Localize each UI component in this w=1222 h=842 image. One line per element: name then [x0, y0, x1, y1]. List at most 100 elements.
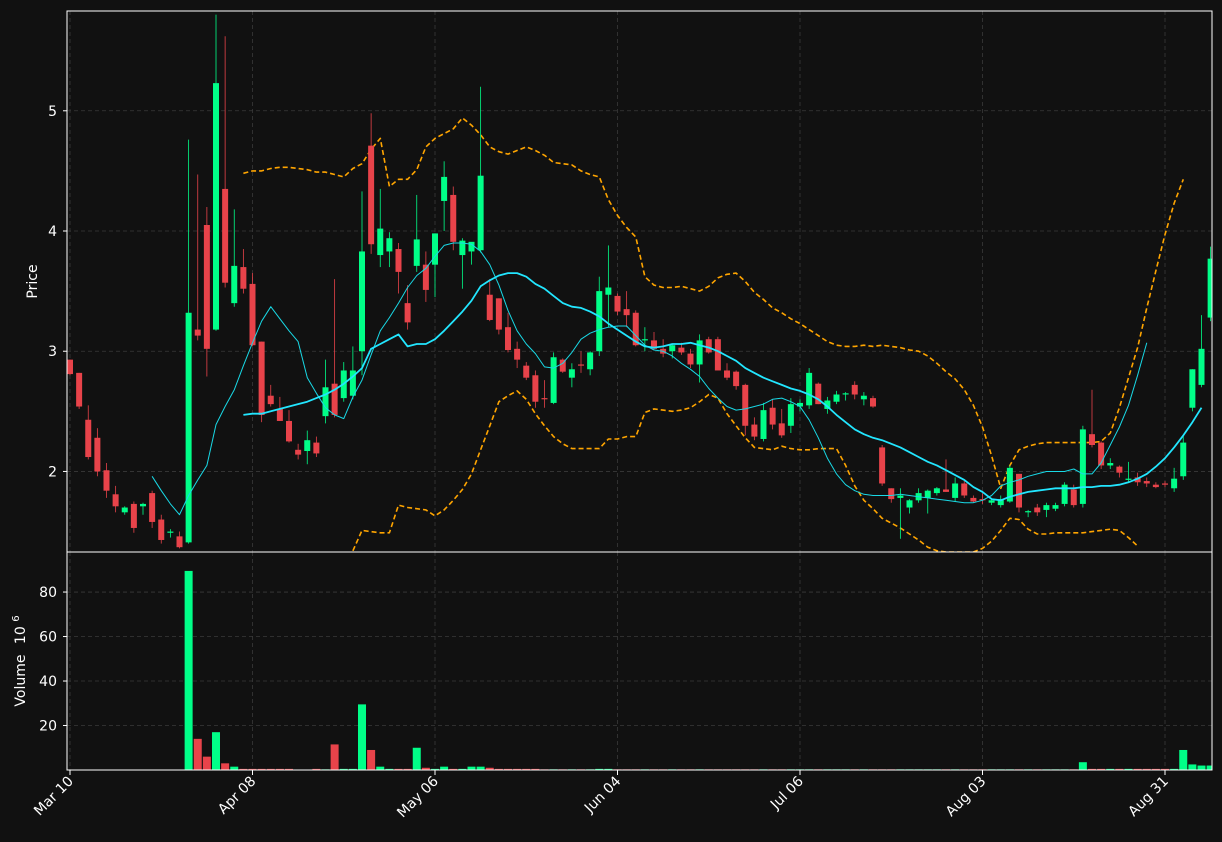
candle-body — [1079, 429, 1086, 504]
candle — [450, 186, 457, 251]
candle-body — [523, 365, 530, 378]
candle-body — [258, 341, 265, 415]
volume-bar — [1078, 762, 1087, 770]
candle-body — [514, 348, 521, 360]
candle-body — [1152, 484, 1159, 488]
candle-body — [568, 369, 575, 378]
volume-bar — [193, 738, 202, 770]
candle-body — [477, 175, 484, 251]
volume-bar — [1197, 765, 1206, 770]
candle-body — [888, 488, 895, 500]
candle — [550, 352, 557, 405]
volume-bar — [1179, 749, 1188, 770]
candle-body — [359, 251, 365, 352]
candle-body — [587, 352, 594, 370]
candle — [1189, 369, 1196, 412]
candle-body — [988, 500, 995, 503]
candle-body — [614, 295, 621, 312]
candle-body — [295, 449, 302, 455]
volume-axis-label-exponent: 6 — [11, 615, 22, 621]
candle-body — [733, 371, 740, 387]
candle — [249, 273, 256, 347]
candle-body — [76, 372, 83, 407]
volume-bar — [221, 763, 230, 770]
candle — [1079, 425, 1086, 508]
volume-tick-label: 40 — [39, 674, 57, 690]
volume-bar — [184, 570, 193, 770]
candle-body — [860, 395, 867, 400]
volume-bar — [230, 766, 239, 770]
candle-body — [705, 339, 712, 353]
candle-body — [1162, 483, 1168, 485]
candle-body — [386, 238, 393, 252]
candle-body — [851, 384, 858, 395]
candle-body — [778, 423, 785, 436]
candle-body — [231, 265, 238, 304]
candle-body — [669, 345, 676, 352]
candle-body — [322, 387, 329, 417]
candle-body — [897, 495, 904, 498]
price-tick-label: 2 — [48, 464, 57, 480]
price-tick-label: 5 — [48, 104, 57, 120]
candle-body — [714, 339, 721, 371]
candle-body — [185, 312, 192, 543]
candle-body — [176, 536, 183, 548]
candle-body — [505, 327, 511, 351]
candle-body — [1125, 478, 1132, 480]
candle-body — [687, 353, 694, 365]
candle-body — [395, 249, 402, 272]
candle-body — [140, 503, 146, 507]
volume-bar — [467, 766, 476, 770]
candle — [714, 336, 721, 371]
volume-tick-label: 80 — [39, 585, 57, 601]
candle-body — [495, 298, 502, 330]
candle-body — [933, 488, 940, 494]
candle-body — [1043, 505, 1050, 510]
candle-body — [167, 531, 174, 533]
candle-body — [970, 497, 977, 502]
candle-body — [842, 393, 849, 395]
candle-body — [222, 188, 229, 283]
candle-body — [468, 241, 475, 252]
candle-body — [751, 424, 758, 437]
candle-body — [276, 408, 283, 421]
candle-body — [1189, 369, 1196, 408]
candle-body — [158, 519, 165, 540]
candle-body — [724, 370, 730, 378]
candle — [258, 341, 265, 423]
candle-body — [879, 447, 886, 484]
volume-axis-label-text: Volume — [13, 655, 29, 707]
candle-body — [304, 440, 311, 452]
volume-bar — [202, 756, 211, 770]
candle-body — [249, 283, 256, 346]
volume-bar — [212, 732, 220, 770]
candle-body — [213, 83, 219, 330]
candle-body — [641, 339, 648, 341]
candle — [705, 336, 712, 354]
candle-body — [286, 420, 292, 442]
price-tick-label: 4 — [48, 224, 57, 240]
candle — [961, 481, 968, 498]
candle-body — [1034, 507, 1041, 513]
volume-bar — [376, 766, 385, 770]
candle-body — [787, 404, 794, 426]
volume-bar — [330, 744, 339, 770]
candle-body — [1143, 481, 1150, 484]
volume-bar — [1188, 764, 1197, 770]
candle-body — [1107, 463, 1114, 466]
volume-bar — [358, 704, 366, 770]
candle — [67, 359, 73, 376]
candle-body — [267, 395, 274, 405]
candle-body — [441, 176, 448, 201]
candle-body — [377, 228, 384, 256]
candle-body — [541, 398, 548, 400]
candle — [806, 368, 813, 409]
candle-body — [550, 357, 557, 403]
candle-body — [596, 291, 603, 352]
price-tick-label: 3 — [48, 344, 57, 360]
candle-body — [368, 145, 375, 245]
volume-axis-label-base: 10 — [13, 626, 29, 644]
volume-bar — [440, 766, 449, 770]
candle-body — [1171, 478, 1178, 489]
figure-background — [0, 0, 1222, 842]
